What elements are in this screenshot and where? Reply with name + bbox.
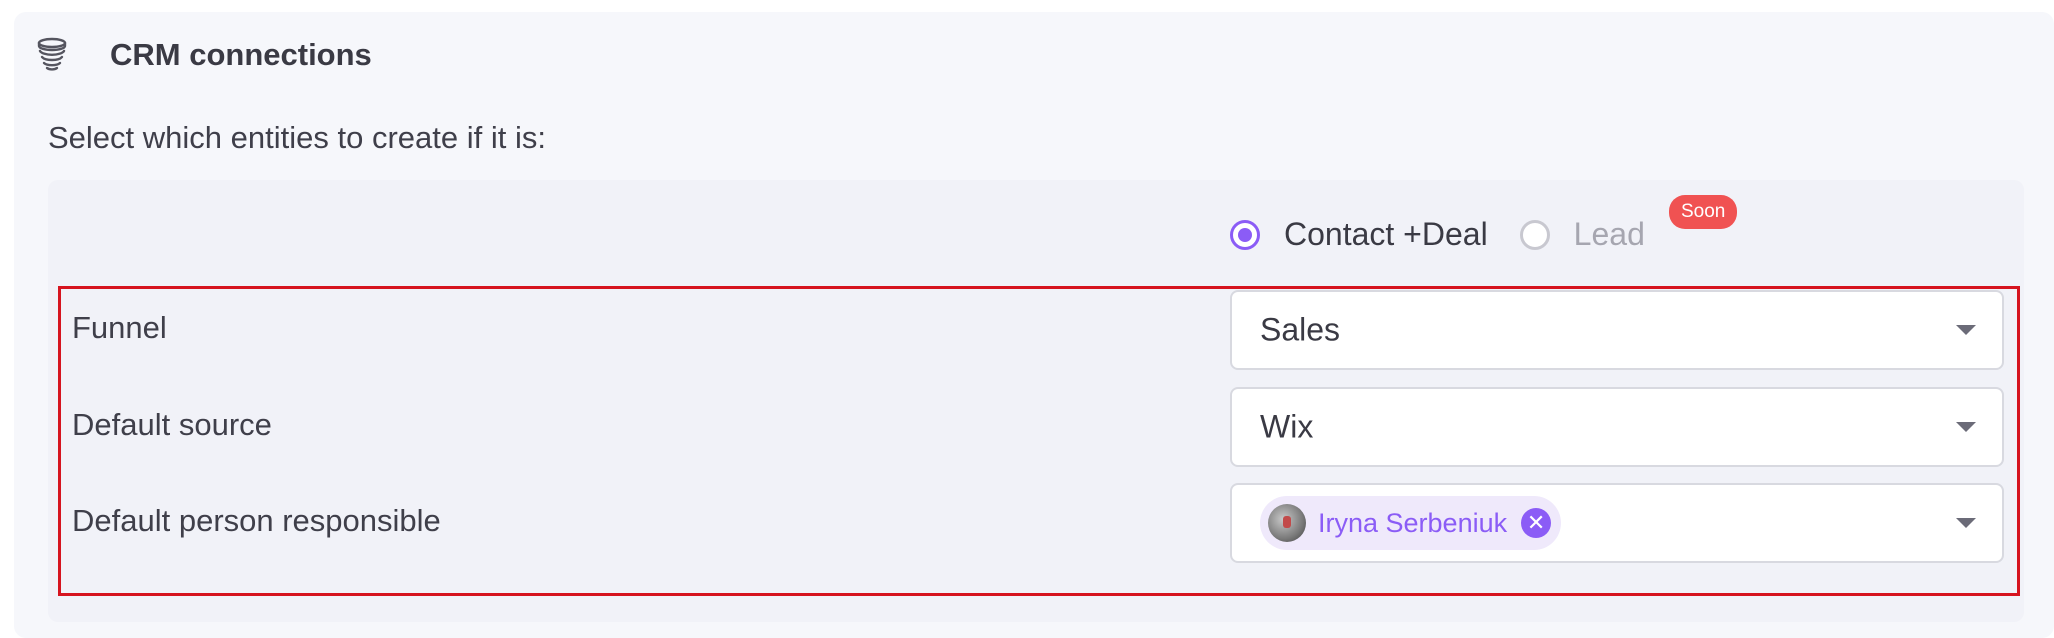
person-chip: Iryna Serbeniuk ✕ — [1260, 496, 1562, 550]
database-stack-icon — [34, 36, 70, 74]
radio-contact-deal-label[interactable]: Contact +Deal — [1284, 216, 1488, 253]
section-subtitle: Select which entities to create if it is… — [48, 120, 546, 155]
entity-type-radio-group: Contact +Deal Lead — [1230, 216, 1677, 253]
radio-lead — [1519, 219, 1550, 250]
person-chip-name: Iryna Serbeniuk — [1318, 507, 1508, 538]
section-title: CRM connections — [110, 37, 372, 72]
soon-badge: Soon — [1669, 195, 1738, 229]
default-source-select[interactable]: Wix — [1230, 387, 2004, 467]
funnel-label: Funnel — [72, 310, 167, 345]
default-source-value: Wix — [1260, 408, 1314, 445]
chevron-down-icon[interactable] — [1956, 518, 1976, 528]
radio-contact-deal[interactable] — [1230, 219, 1260, 250]
section-header: CRM connections — [34, 36, 372, 74]
remove-chip-icon[interactable]: ✕ — [1521, 508, 1552, 538]
avatar — [1268, 504, 1306, 542]
default-person-select[interactable]: Iryna Serbeniuk ✕ — [1230, 483, 2004, 563]
funnel-select[interactable]: Sales — [1230, 290, 2004, 370]
default-source-label: Default source — [72, 407, 272, 442]
chevron-down-icon[interactable] — [1956, 325, 1976, 335]
funnel-value: Sales — [1260, 311, 1341, 348]
chevron-down-icon[interactable] — [1956, 422, 1976, 432]
radio-lead-label: Lead — [1573, 216, 1645, 252]
default-person-label: Default person responsible — [72, 503, 441, 538]
